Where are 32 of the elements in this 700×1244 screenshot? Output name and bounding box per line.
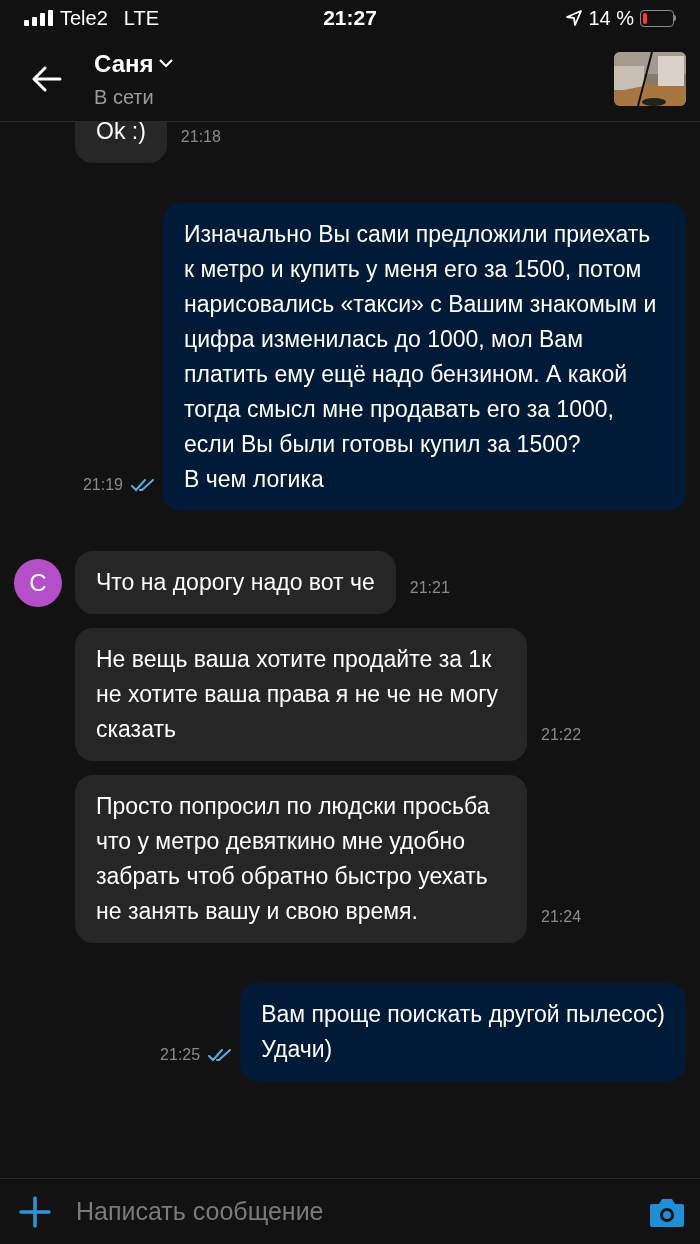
battery-icon bbox=[640, 9, 676, 27]
network-type: LTE bbox=[123, 6, 159, 31]
avatar[interactable]: С bbox=[14, 558, 62, 607]
incoming-message-bubble[interactable]: Не вещь ваша хотите продайте за 1к не хотите ваша права я не че не могу сказать bbox=[75, 628, 527, 761]
message-time: 21:21 bbox=[409, 578, 450, 598]
incoming-message-bubble[interactable]: Ok :) bbox=[75, 122, 167, 163]
clock: 21:27 bbox=[323, 5, 377, 32]
message-text: Что на дорогу надо вот че bbox=[96, 568, 375, 597]
message-text: Ok :) bbox=[96, 122, 146, 146]
signal-icon bbox=[24, 10, 54, 26]
message-time: 21:18 bbox=[180, 127, 221, 147]
message-time: 21:22 bbox=[541, 725, 582, 745]
back-arrow-icon bbox=[32, 65, 62, 92]
message-time: 21:19 bbox=[82, 475, 123, 495]
message-text: Не вещь ваша хотите продайте за 1к не хотите ваша права я не че не могу сказать bbox=[96, 645, 500, 744]
message-time: 21:24 bbox=[541, 907, 582, 927]
outgoing-message-bubble[interactable]: Вам проще поискать другой пылесос) Удачи) bbox=[240, 983, 686, 1081]
message-text: Просто попросил по людски просьба что у метро девяткино мне удобно забрать чтоб обратно быстро уехать не занять вашу и свою время. bbox=[96, 792, 491, 926]
message-input[interactable]: Написать сообщение bbox=[76, 1192, 634, 1231]
incoming-message-bubble[interactable]: Что на дорогу надо вот че bbox=[75, 551, 396, 614]
message-text: Изначально Вы сами предложили приехать к метро и купить у меня его за 1500, потом нарисовались «такси» с Вашим знакомым и цифра изменилась до 1000, мол Вам платить ему ещё надо бензином. А какой тогда смысл мне продавать его за 1000, если Вы были готовы купил за 1500? В чем логика bbox=[184, 220, 658, 494]
battery-percent: 14 % bbox=[588, 6, 634, 31]
plus-icon bbox=[19, 1195, 51, 1228]
chevron-down-icon[interactable] bbox=[159, 59, 174, 68]
outgoing-message-bubble[interactable] bbox=[163, 203, 686, 511]
carrier-name: Tele2 bbox=[60, 6, 108, 31]
message-time: 21:25 bbox=[160, 1045, 201, 1065]
incoming-message-bubble[interactable]: Просто попросил по людски просьба что у метро девяткино мне удобно забрать чтоб обратно быстро уехать не занять вашу и свою время. bbox=[75, 775, 527, 943]
message-text: Вам проще поискать другой пылесос) Удачи) bbox=[261, 1000, 665, 1064]
online-status: В сети bbox=[94, 84, 155, 110]
location-icon bbox=[566, 10, 583, 26]
contact-name[interactable]: Саня bbox=[94, 45, 154, 82]
